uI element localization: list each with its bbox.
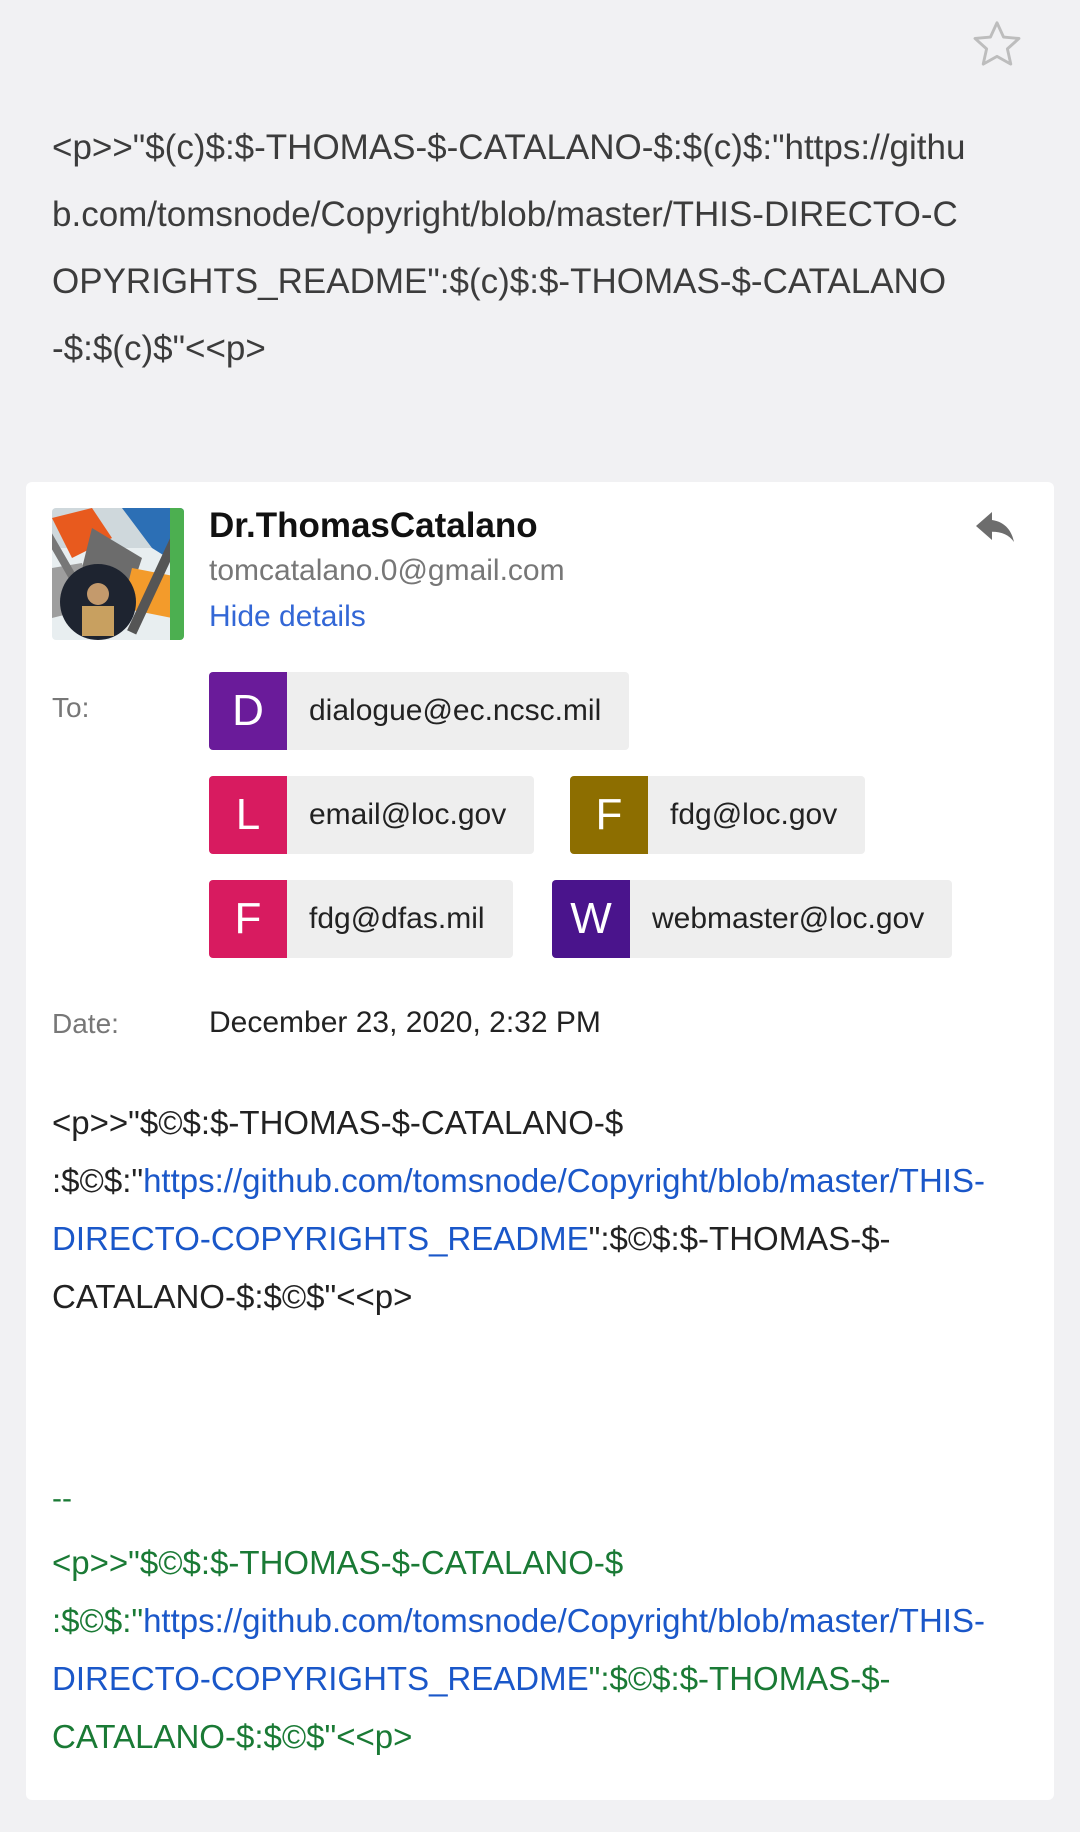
recipient-email: email@loc.gov bbox=[309, 798, 507, 831]
message-card: Dr.ThomasCatalano tomcatalano.0@gmail.co… bbox=[26, 482, 1054, 1800]
message-body: <p>>"$©$:$-THOMAS-$-CATALANO-$ :$©$:"htt… bbox=[52, 1094, 1012, 1326]
signature: <p>>"$©$:$-THOMAS-$-CATALANO-$ :$©$:"htt… bbox=[52, 1534, 1012, 1766]
recipient-chip[interactable]: L email@loc.gov bbox=[209, 776, 535, 854]
sender-avatar[interactable] bbox=[52, 508, 184, 640]
recipient-letter-avatar: W bbox=[552, 880, 630, 958]
recipient-letter-avatar: D bbox=[209, 672, 287, 750]
date-value: December 23, 2020, 2:32 PM bbox=[209, 1006, 601, 1039]
recipient-letter-avatar: F bbox=[570, 776, 648, 854]
email-subject: <p>>"$(c)$:$-THOMAS-$-CATALANO-$:$(c)$:"… bbox=[52, 128, 966, 368]
to-label: To: bbox=[52, 692, 90, 723]
reply-button[interactable] bbox=[966, 502, 1026, 562]
recipient-email: fdg@dfas.mil bbox=[309, 902, 485, 935]
recipient-email: fdg@loc.gov bbox=[670, 798, 838, 831]
recipient-chip[interactable]: F fdg@dfas.mil bbox=[209, 880, 513, 958]
avatar-image bbox=[52, 508, 184, 640]
sender-name: Dr.ThomasCatalano bbox=[209, 506, 538, 545]
sender-email: tomcatalano.0@gmail.com bbox=[209, 554, 565, 587]
hide-details-link[interactable]: Hide details bbox=[209, 600, 366, 634]
email-view: <p>>"$(c)$:$-THOMAS-$-CATALANO-$:$(c)$:"… bbox=[0, 0, 1080, 1832]
recipient-chip[interactable]: F fdg@loc.gov bbox=[570, 776, 866, 854]
recipient-chip[interactable]: D dialogue@ec.ncsc.mil bbox=[209, 672, 630, 750]
recipient-email: dialogue@ec.ncsc.mil bbox=[309, 694, 602, 727]
signature-separator: -- bbox=[52, 1482, 72, 1515]
date-label: Date: bbox=[52, 1008, 119, 1039]
recipient-letter-avatar: L bbox=[209, 776, 287, 854]
star-button[interactable] bbox=[966, 14, 1028, 76]
recipient-chip[interactable]: W webmaster@loc.gov bbox=[552, 880, 953, 958]
star-outline-icon bbox=[973, 21, 1021, 66]
recipient-email: webmaster@loc.gov bbox=[652, 902, 925, 935]
recipient-letter-avatar: F bbox=[209, 880, 287, 958]
reply-icon bbox=[976, 512, 1014, 542]
